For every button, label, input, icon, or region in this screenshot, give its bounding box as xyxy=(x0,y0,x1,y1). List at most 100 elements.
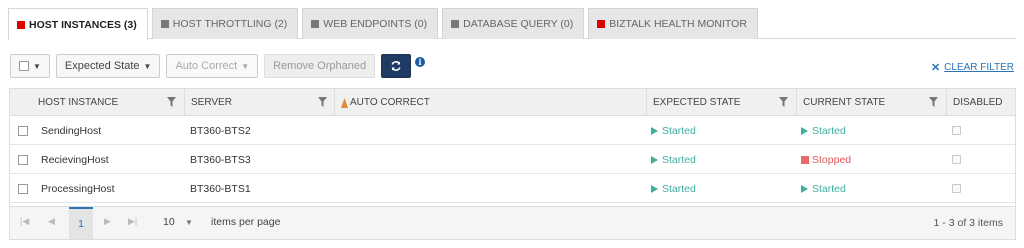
refresh-icon xyxy=(391,61,401,71)
current-state-cell: Started xyxy=(801,116,846,145)
table-row[interactable]: SendingHost BT360-BTS2 Started Started xyxy=(10,116,1015,145)
tab-label: DATABASE QUERY (0) xyxy=(463,18,574,30)
current-state-cell: Started xyxy=(801,174,846,203)
info-glyph: i xyxy=(418,57,422,67)
stop-icon xyxy=(801,155,809,164)
tab-web-endpoints[interactable]: WEB ENDPOINTS (0) xyxy=(302,8,439,39)
expected-state-cell: Started xyxy=(651,145,696,174)
prev-page-icon[interactable]: ◀ xyxy=(48,216,55,227)
filter-icon[interactable] xyxy=(318,97,327,107)
pager: |◀ ◀ 1 ▶ ▶| 10 ▼ items per page 1 - 3 of… xyxy=(10,206,1015,239)
header-current-state[interactable]: CURRENT STATE xyxy=(796,89,946,116)
tab-host-instances[interactable]: HOST INSTANCES (3) xyxy=(8,8,148,40)
expected-state-value: Started xyxy=(662,153,696,166)
header-server[interactable]: SERVER xyxy=(184,89,334,116)
remove-orphaned-label: Remove Orphaned xyxy=(273,60,367,72)
chevron-down-icon: ▼ xyxy=(143,61,152,71)
host-instances-grid: HOST INSTANCE SERVER AUTO CORRECT EXPECT… xyxy=(9,88,1016,240)
play-icon xyxy=(801,184,808,193)
current-state-cell: Stopped xyxy=(801,145,851,174)
disabled-cell xyxy=(952,116,961,145)
close-icon: ✕ xyxy=(930,62,941,74)
table-row[interactable]: ProcessingHost BT360-BTS1 Started Starte… xyxy=(10,174,1015,203)
chevron-down-icon[interactable]: ▼ xyxy=(185,218,193,227)
server-cell: BT360-BTS3 xyxy=(190,153,251,166)
chevron-down-icon: ▼ xyxy=(33,61,41,71)
sort-icon xyxy=(341,97,348,108)
auto-correct-dropdown[interactable]: Auto Correct ▼ xyxy=(166,54,259,78)
disabled-checkbox[interactable] xyxy=(952,155,961,164)
play-icon xyxy=(651,155,658,164)
filter-icon[interactable] xyxy=(779,97,788,107)
row-checkbox[interactable] xyxy=(18,183,28,194)
current-state-value: Started xyxy=(812,124,846,137)
header-auto-correct[interactable]: AUTO CORRECT xyxy=(334,89,646,116)
host-instance-cell: RecievingHost xyxy=(41,153,109,166)
play-icon xyxy=(651,126,658,135)
row-select-cell xyxy=(18,116,28,145)
tab-status-icon xyxy=(451,20,460,28)
tab-label: BIZTALK HEALTH MONITOR xyxy=(609,18,747,30)
tab-biztalk-health-monitor[interactable]: BIZTALK HEALTH MONITOR xyxy=(588,8,758,39)
expected-state-cell: Started xyxy=(651,116,696,145)
header-label: SERVER xyxy=(191,97,232,108)
host-instance-cell: SendingHost xyxy=(41,124,102,137)
select-all-checkbox[interactable] xyxy=(19,61,29,71)
page-size-select[interactable]: 10 xyxy=(163,216,175,228)
last-page-icon[interactable]: ▶| xyxy=(128,216,137,227)
filter-icon[interactable] xyxy=(929,97,938,107)
current-state-value: Started xyxy=(812,182,846,195)
tab-label: HOST THROTTLING (2) xyxy=(172,18,288,30)
info-icon[interactable]: i xyxy=(415,57,426,67)
tab-label: WEB ENDPOINTS (0) xyxy=(323,18,428,30)
header-expected-state[interactable]: EXPECTED STATE xyxy=(646,89,796,116)
play-icon xyxy=(651,184,658,193)
remove-orphaned-button[interactable]: Remove Orphaned xyxy=(264,54,376,78)
toolbar: ▼ Expected State ▼ Auto Correct ▼ Remove… xyxy=(10,54,426,78)
server-cell: BT360-BTS1 xyxy=(190,182,251,195)
row-select-cell xyxy=(18,174,28,203)
tab-status-icon xyxy=(311,20,320,28)
chevron-down-icon: ▼ xyxy=(241,61,250,71)
auto-correct-label: Auto Correct xyxy=(175,60,238,72)
refresh-button[interactable] xyxy=(381,54,412,78)
clear-filter-label: CLEAR FILTER xyxy=(944,62,1014,73)
header-label: AUTO CORRECT xyxy=(350,97,430,108)
table-row[interactable]: RecievingHost BT360-BTS3 Started Stopped xyxy=(10,145,1015,174)
filter-icon[interactable] xyxy=(167,97,176,107)
row-select-cell xyxy=(18,145,28,174)
header-label: HOST INSTANCE xyxy=(38,97,119,108)
items-per-page-label: items per page xyxy=(211,216,281,228)
next-page-icon[interactable]: ▶ xyxy=(104,216,111,227)
current-state-value: Stopped xyxy=(812,153,852,166)
first-page-icon[interactable]: |◀ xyxy=(20,216,29,227)
disabled-cell xyxy=(952,145,961,174)
disabled-cell xyxy=(952,174,961,203)
host-instance-cell: ProcessingHost xyxy=(41,182,115,195)
tab-database-query[interactable]: DATABASE QUERY (0) xyxy=(442,8,585,39)
header-label: EXPECTED STATE xyxy=(653,97,741,108)
tab-status-icon xyxy=(17,20,25,29)
disabled-checkbox[interactable] xyxy=(952,184,961,193)
pager-info: 1 - 3 of 3 items xyxy=(933,217,1003,229)
clear-filter-link[interactable]: ✕ CLEAR FILTER xyxy=(931,61,1014,74)
grid-header: HOST INSTANCE SERVER AUTO CORRECT EXPECT… xyxy=(10,89,1015,116)
row-checkbox[interactable] xyxy=(18,154,28,165)
tab-host-throttling[interactable]: HOST THROTTLING (2) xyxy=(151,8,299,39)
expected-state-dropdown[interactable]: Expected State ▼ xyxy=(55,54,161,78)
disabled-checkbox[interactable] xyxy=(952,126,961,135)
expected-state-label: Expected State xyxy=(64,60,140,72)
header-label: DISABLED xyxy=(953,97,1003,108)
header-host-instance[interactable]: HOST INSTANCE xyxy=(32,89,184,116)
row-checkbox[interactable] xyxy=(18,125,28,136)
select-all-dropdown[interactable]: ▼ xyxy=(10,54,50,78)
tab-bar: HOST INSTANCES (3) HOST THROTTLING (2) W… xyxy=(8,8,762,40)
expected-state-value: Started xyxy=(662,182,696,195)
tab-status-icon xyxy=(597,20,606,28)
header-label: CURRENT STATE xyxy=(803,97,886,108)
tab-status-icon xyxy=(160,20,169,28)
header-select-cell xyxy=(10,89,32,116)
expected-state-cell: Started xyxy=(651,174,696,203)
header-disabled[interactable]: DISABLED xyxy=(946,89,1015,116)
page-number-button[interactable]: 1 xyxy=(69,207,93,239)
